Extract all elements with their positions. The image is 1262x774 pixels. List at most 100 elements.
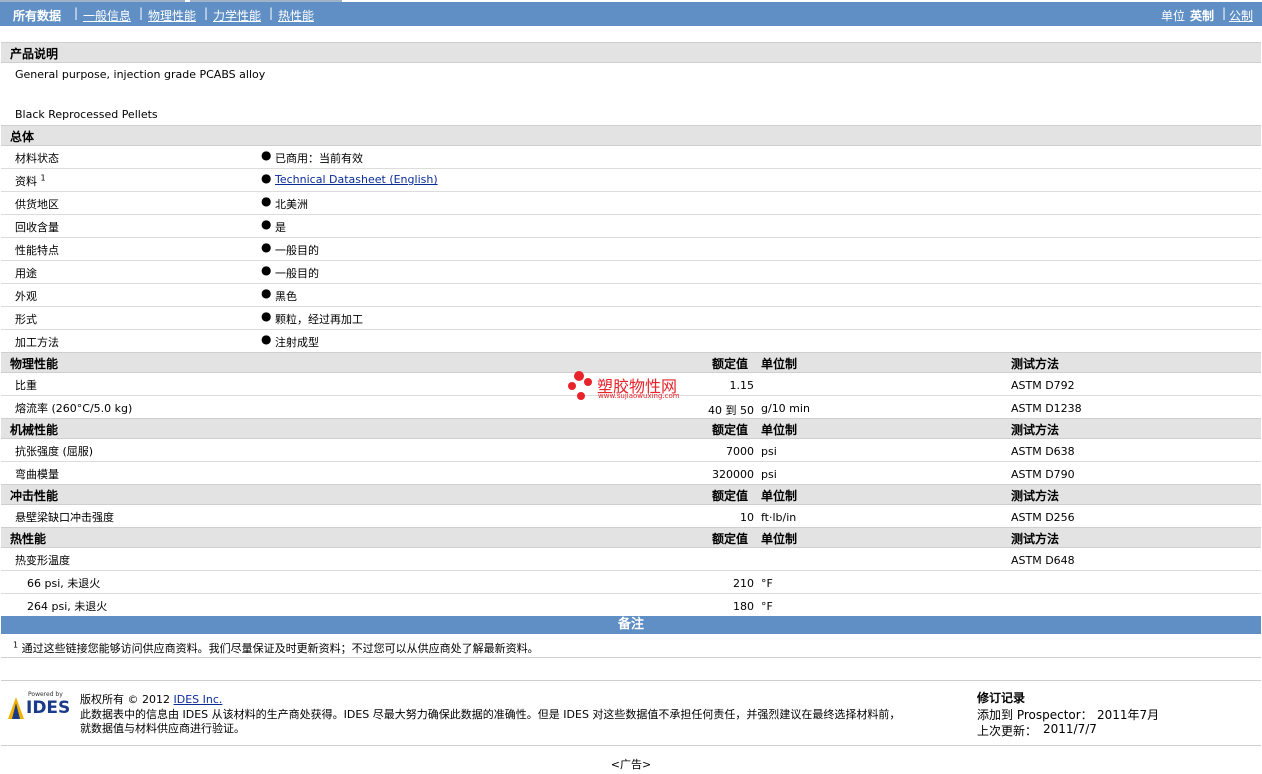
- rated-value-header: 额定值: [712, 489, 749, 503]
- property-value: 北美洲: [275, 198, 308, 211]
- added-label: 添加到 Prospector：: [977, 708, 1093, 722]
- unit-value: psi: [761, 468, 777, 481]
- property-label: 回收含量: [15, 221, 59, 234]
- bullet-icon: ●: [261, 194, 272, 208]
- logo-powered-by: Powered by: [28, 691, 63, 698]
- unit-header: 单位制: [761, 532, 798, 546]
- property-label: 性能特点: [15, 244, 59, 257]
- property-row: 264 psi, 未退火 180 °F: [1, 594, 1261, 616]
- product-description-line: Black Reprocessed Pellets: [15, 108, 158, 121]
- property-row: 弯曲模量 320000 psi ASTM D790: [1, 462, 1261, 485]
- unit-value: ft·lb/in: [761, 511, 797, 524]
- logo-brand: IDES: [26, 698, 71, 718]
- property-label: 比重: [15, 379, 37, 392]
- rated-value-header: 额定值: [712, 357, 749, 371]
- bullet-icon: ●: [261, 240, 272, 254]
- property-value: 是: [275, 221, 286, 234]
- nav-separator: |: [204, 6, 209, 20]
- revision-title: 修订记录: [977, 691, 1026, 705]
- bullet-icon: ●: [261, 309, 272, 323]
- property-label: 悬壁梁缺口冲击强度: [15, 511, 114, 524]
- property-value: 黑色: [275, 290, 297, 303]
- bullet-icon: ●: [261, 217, 272, 231]
- notes-header: 备注: [1, 616, 1261, 634]
- ides-logo: Powered by IDES: [8, 691, 70, 721]
- nav-separator: |: [1222, 6, 1227, 20]
- property-value: Technical Datasheet (English): [275, 173, 438, 186]
- nav-separator: |: [139, 6, 144, 20]
- general-row: 材料状态 ● 已商用：当前有效: [1, 146, 1261, 169]
- unit-header: 单位制: [761, 423, 798, 437]
- section-title: 机械性能: [10, 423, 59, 437]
- property-label: 热变形温度: [15, 554, 70, 567]
- general-row: 资料 1 ● Technical Datasheet (English): [1, 169, 1261, 192]
- watermark-logo-icon: [568, 371, 592, 400]
- test-method: ASTM D256: [1011, 511, 1075, 524]
- mechanical-header: 机械性能 额定值 单位制 测试方法: [1, 418, 1261, 439]
- impact-header: 冲击性能 额定值 单位制 测试方法: [1, 484, 1261, 505]
- unit-english[interactable]: 英制: [1190, 7, 1214, 24]
- footnote: 1 通过这些链接您能够访问供应商资料。我们尽量保证及时更新资料；不过您可以从供应…: [13, 640, 539, 655]
- footnote-marker: 1: [13, 640, 19, 650]
- property-label: 用途: [15, 267, 37, 280]
- nav-thermal[interactable]: 热性能: [278, 7, 314, 24]
- nav-separator: |: [269, 6, 274, 20]
- rated-value: 320000: [712, 468, 754, 481]
- updated-value: 2011/7/7: [1043, 722, 1097, 736]
- watermark: 塑胶物性网 www.sujiaowuxing.com: [566, 370, 706, 404]
- bullet-icon: ●: [261, 332, 272, 346]
- datasheet-link[interactable]: Technical Datasheet (English): [275, 173, 438, 186]
- general-row: 外观 ● 黑色: [1, 284, 1261, 307]
- nav-general-info[interactable]: 一般信息: [83, 7, 131, 24]
- added-value: 2011年7月: [1097, 708, 1160, 722]
- property-value: 注射成型: [275, 336, 319, 349]
- test-method: ASTM D1238: [1011, 402, 1082, 415]
- property-label: 形式: [15, 313, 37, 326]
- nav-mechanical[interactable]: 力学性能: [213, 7, 261, 24]
- test-method: ASTM D648: [1011, 554, 1075, 567]
- rated-value: 40 到 50: [708, 404, 754, 417]
- thermal-header: 热性能 额定值 单位制 测试方法: [1, 527, 1261, 548]
- general-row: 加工方法 ● 注射成型: [1, 330, 1261, 353]
- unit-metric-link[interactable]: 公制: [1229, 7, 1253, 24]
- bullet-icon: ●: [261, 148, 272, 162]
- property-row: 热变形温度 ASTM D648: [1, 548, 1261, 571]
- section-title: 产品说明: [10, 47, 59, 61]
- disclaimer-line: 就数据值与材料供应商进行验证。: [80, 722, 245, 735]
- ides-logo-icon: [8, 697, 24, 719]
- divider: [1, 745, 1261, 746]
- property-value: 颗粒，经过再加工: [275, 313, 363, 326]
- property-row: 抗张强度 (屈服) 7000 psi ASTM D638: [1, 439, 1261, 462]
- rated-value-header: 额定值: [712, 532, 749, 546]
- rated-value: 10: [740, 511, 754, 524]
- nav-separator: |: [74, 6, 79, 20]
- divider: [1, 680, 1261, 681]
- nav-physical[interactable]: 物理性能: [148, 7, 196, 24]
- copyright: 版权所有 © 2012 IDES Inc.: [80, 693, 223, 706]
- test-method-header: 测试方法: [1011, 532, 1060, 546]
- section-title: 总体: [10, 130, 35, 144]
- general-row: 回收含量 ● 是: [1, 215, 1261, 238]
- unit-header: 单位制: [761, 357, 798, 371]
- ides-company-link[interactable]: IDES Inc.: [174, 693, 223, 706]
- general-row: 性能特点 ● 一般目的: [1, 238, 1261, 261]
- rated-value-header: 额定值: [712, 423, 749, 437]
- nav-all-data[interactable]: 所有数据: [13, 7, 61, 24]
- general-row: 供货地区 ● 北美洲: [1, 192, 1261, 215]
- rated-value: 210: [733, 577, 754, 590]
- unit-value: °F: [761, 577, 773, 590]
- test-method: ASTM D638: [1011, 445, 1075, 458]
- advertisement-label: <广告>: [610, 758, 652, 771]
- property-label: 资料 1: [15, 173, 46, 188]
- property-label: 66 psi, 未退火: [27, 577, 101, 590]
- unit-value: °F: [761, 600, 773, 613]
- property-value: 一般目的: [275, 244, 319, 257]
- divider: [1, 657, 1261, 658]
- test-method-header: 测试方法: [1011, 489, 1060, 503]
- property-label: 264 psi, 未退火: [27, 600, 108, 613]
- section-title: 热性能: [10, 532, 47, 546]
- test-method-header: 测试方法: [1011, 423, 1060, 437]
- property-label: 材料状态: [15, 152, 59, 165]
- property-label: 熔流率 (260°C/5.0 kg): [15, 402, 133, 415]
- rated-value: 7000: [726, 445, 754, 458]
